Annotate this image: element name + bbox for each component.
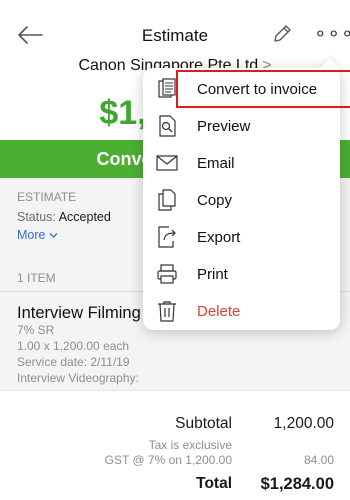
menu-item-email[interactable]: Email [143,145,340,182]
print-icon [157,264,177,284]
menu-item-label: Email [197,155,235,172]
estimate-status: Status: Accepted [17,210,111,224]
item-description: Interview Videography: [17,371,139,385]
export-icon [158,226,176,248]
more-options-icon[interactable]: ∘∘∘ [314,24,350,44]
more-details-link[interactable]: More [17,228,58,242]
edit-pencil-icon[interactable] [270,22,294,46]
email-icon [156,155,178,171]
total-label: Total [196,475,232,492]
tax-note: Tax is exclusive [148,438,232,452]
menu-item-label: Copy [197,192,233,209]
menu-item-export[interactable]: Export [143,219,340,256]
totals-divider [0,390,350,391]
menu-item-label: Print [197,266,228,283]
item-service-date: Service date: 2/11/19 [17,355,130,369]
menu-item-delete[interactable]: Delete [143,293,340,330]
status-label: Status: [17,210,56,224]
menu-item-copy[interactable]: Copy [143,182,340,219]
more-label: More [17,228,46,242]
menu-item-print[interactable]: Print [143,256,340,293]
subtotal-label: Subtotal [175,415,232,432]
item-name: Interview Filming [17,304,141,322]
gst-value: 84.00 [303,453,334,467]
item-qty-price: 1.00 x 1,200.00 each [17,339,130,353]
subtotal-value: 1,200.00 [273,415,334,432]
status-value: Accepted [58,210,111,224]
page-title: Estimate [141,26,209,45]
item-tax: 7% SR [17,323,55,337]
menu-item-label: Export [197,229,241,246]
chevron-down-icon [49,233,58,239]
preview-icon [159,115,176,137]
menu-item-label: Preview [197,118,251,135]
copy-icon [158,189,176,211]
highlight-box [176,70,350,108]
menu-item-label: Delete [197,303,241,320]
menu-item-preview[interactable]: Preview [143,108,340,145]
total-value: $1,284.00 [260,475,334,493]
items-count-label: 1 ITEM [17,271,56,285]
gst-label: GST @ 7% on 1,200.00 [104,453,232,467]
trash-icon [158,301,176,322]
estimate-section-label: ESTIMATE [17,190,77,204]
